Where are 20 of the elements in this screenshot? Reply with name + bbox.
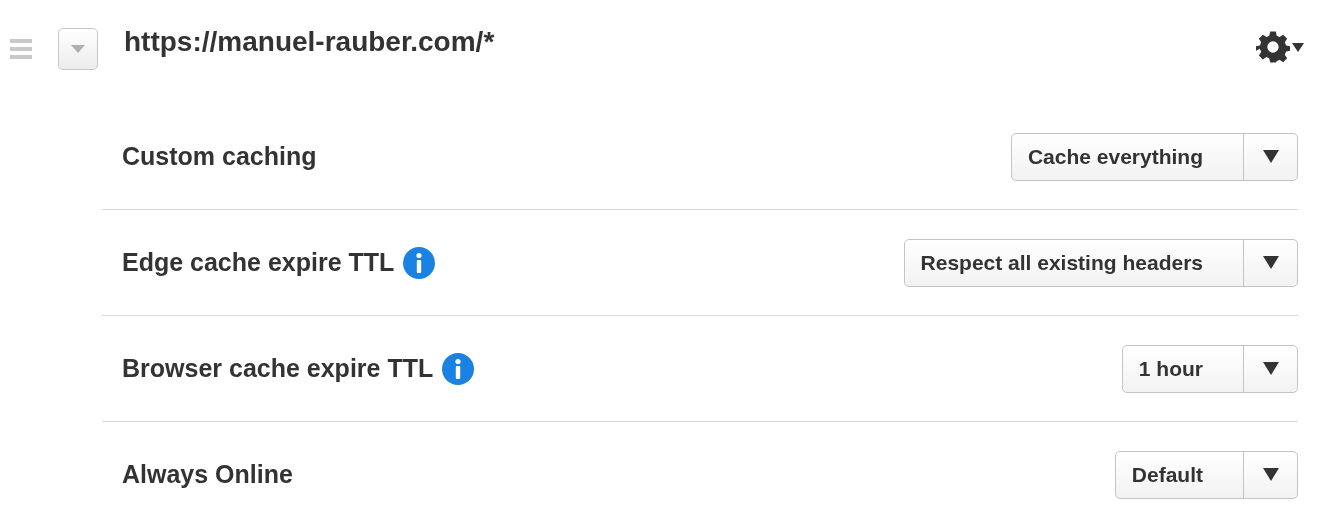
setting-label: Custom caching	[122, 144, 317, 169]
settings-icon[interactable]	[1256, 30, 1290, 64]
select-dropdown[interactable]: 1 hour	[1121, 344, 1298, 393]
caret-icon[interactable]	[1292, 42, 1304, 52]
info-icon[interactable]	[402, 245, 437, 280]
info-icon[interactable]	[441, 351, 476, 386]
caret-icon	[1262, 150, 1279, 163]
caret-icon	[71, 45, 85, 53]
setting-label: Edge cache expire TTL	[122, 250, 395, 275]
caret-icon	[1262, 362, 1279, 375]
collapse-button[interactable]	[58, 28, 98, 70]
caret-icon	[1262, 468, 1279, 481]
select-dropdown[interactable]: Respect all existing headers	[903, 238, 1298, 287]
setting-label: Browser cache expire TTL	[122, 356, 434, 381]
drag-handle-icon[interactable]	[10, 38, 32, 60]
rule-pattern: https://manuel-rauber.com/*	[124, 28, 495, 56]
select-dropdown[interactable]: Cache everything	[1010, 132, 1298, 181]
caret-icon	[1262, 256, 1279, 269]
select-dropdown[interactable]: Default	[1114, 450, 1298, 499]
setting-label: Always Online	[122, 462, 293, 487]
